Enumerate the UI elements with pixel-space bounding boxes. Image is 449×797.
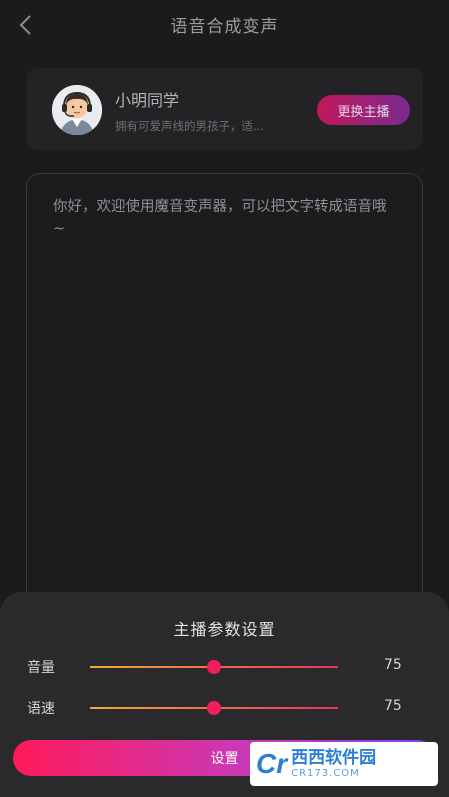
volume-slider-thumb[interactable]: [207, 660, 221, 674]
speed-slider-thumb[interactable]: [207, 701, 221, 715]
anchor-description: 拥有可爱声线的男孩子，适...: [115, 119, 264, 133]
headset-boy-avatar: [52, 85, 102, 135]
watermark-name: 西西软件园: [291, 748, 377, 768]
page-title: 语音合成变声: [170, 17, 279, 37]
watermark-url: CR173.COM: [291, 768, 360, 779]
volume-label: 音量: [27, 660, 55, 676]
sheet-title: 主播参数设置: [173, 620, 276, 639]
site-watermark: Cr 西西软件园 CR173.COM: [250, 742, 438, 786]
speed-label: 语速: [27, 701, 55, 717]
anchor-card[interactable]: 小明同学 拥有可爱声线的男孩子，适... 更换主播: [26, 68, 423, 150]
volume-row: 音量 75: [0, 653, 449, 681]
switch-anchor-button[interactable]: 更换主播: [317, 95, 410, 125]
volume-value: 75: [384, 657, 402, 673]
input-text: 你好，欢迎使用魔音变声器，可以把文字转成语音哦~: [53, 199, 387, 237]
speed-value: 75: [384, 698, 402, 714]
watermark-text: 西西软件园 CR173.COM: [291, 748, 376, 780]
text-input-area[interactable]: 你好，欢迎使用魔音变声器，可以把文字转成语音哦~: [26, 173, 423, 613]
speed-row: 语速 75: [0, 694, 449, 722]
watermark-logo: Cr: [256, 748, 288, 779]
top-bar: 语音合成变声: [0, 0, 449, 50]
anchor-name: 小明同学: [115, 91, 180, 110]
anchor-avatar: [52, 85, 102, 135]
